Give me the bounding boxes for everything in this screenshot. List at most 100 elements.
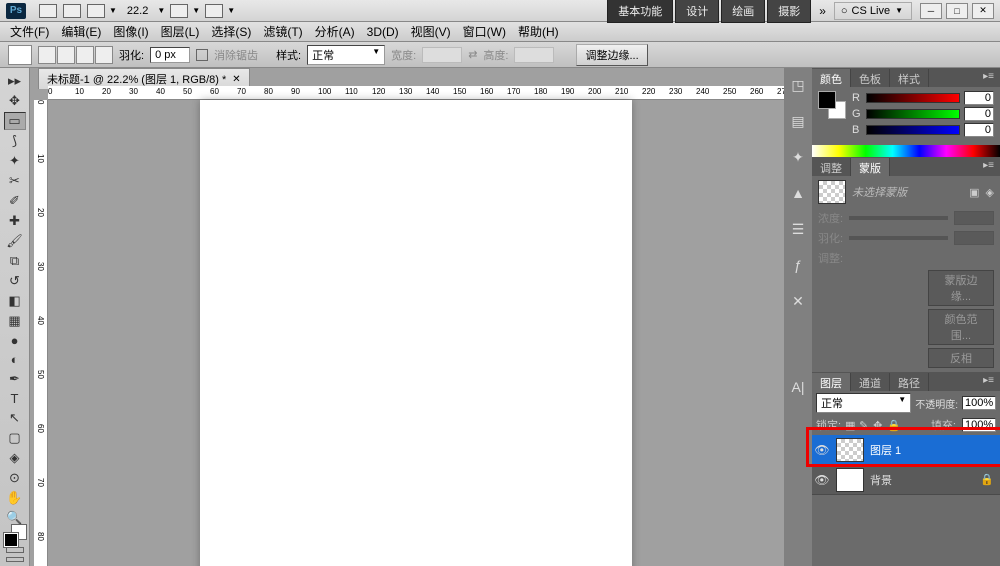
foreground-swatch[interactable] <box>818 91 836 109</box>
r-value[interactable]: 0 <box>964 91 994 105</box>
tab-layers[interactable]: 图层 <box>812 373 851 391</box>
brush-tool[interactable]: 🖌 <box>4 232 26 250</box>
workspace-design[interactable]: 设计 <box>675 0 719 23</box>
move-tool[interactable]: ✥ <box>4 92 26 110</box>
layer-thumbnail[interactable] <box>836 468 864 492</box>
menu-edit[interactable]: 编辑(E) <box>55 21 107 42</box>
opacity-value[interactable]: 100% <box>962 396 996 410</box>
heal-tool[interactable]: ✚ <box>4 212 26 230</box>
layer-row[interactable]: 👁 背景 🔒 <box>812 465 1000 495</box>
close-button[interactable]: ✕ <box>972 3 994 19</box>
brush-panel-icon[interactable]: ▤ <box>789 112 807 130</box>
zoom-level[interactable]: 22.2 <box>127 5 148 17</box>
eraser-tool[interactable]: ◧ <box>4 292 26 310</box>
menu-view[interactable]: 视图(V) <box>405 21 457 42</box>
menu-file[interactable]: 文件(F) <box>4 21 55 42</box>
stamp-tool[interactable]: ⧉ <box>4 252 26 270</box>
menu-layer[interactable]: 图层(L) <box>155 21 206 42</box>
blend-mode-select[interactable]: 正常▼ <box>816 393 911 413</box>
refine-edge-button[interactable]: 调整边缘... <box>576 44 647 66</box>
eyedropper-tool[interactable]: ✐ <box>4 192 26 210</box>
b-slider[interactable] <box>866 125 960 135</box>
hand-tool[interactable]: ✋ <box>4 489 26 507</box>
b-value[interactable]: 0 <box>964 123 994 137</box>
lock-transparency-icon[interactable]: ▦ <box>845 419 857 431</box>
color-swatches[interactable] <box>4 533 26 539</box>
color-panel-swatches[interactable] <box>818 91 846 119</box>
style-select[interactable]: 正常 ▼ <box>307 45 385 65</box>
chevron-down-icon[interactable]: ▼ <box>157 6 165 15</box>
menu-select[interactable]: 选择(S) <box>205 21 257 42</box>
actions-panel-icon[interactable]: ☰ <box>789 220 807 238</box>
chevron-down-icon[interactable]: ▼ <box>227 6 235 15</box>
tab-adjust[interactable]: 调整 <box>812 158 851 176</box>
selection-new-icon[interactable] <box>38 46 56 64</box>
layer-name[interactable]: 背景 <box>868 472 974 488</box>
workspace-essentials[interactable]: 基本功能 <box>607 0 673 23</box>
toolbar-icon[interactable] <box>205 4 223 18</box>
foreground-color[interactable] <box>4 533 18 547</box>
layer-thumbnail[interactable] <box>836 438 864 462</box>
lock-pixels-icon[interactable]: ✎ <box>859 419 871 431</box>
gradient-tool[interactable]: ▦ <box>4 312 26 330</box>
lasso-tool[interactable]: ⟆ <box>4 132 26 150</box>
pixel-mask-icon[interactable]: ▣ <box>969 186 979 199</box>
fill-value[interactable]: 100% <box>962 418 996 432</box>
layer-name[interactable]: 图层 1 <box>868 442 1000 458</box>
shape-tool[interactable]: ▢ <box>4 429 26 447</box>
crop-tool[interactable]: ✂ <box>4 172 26 190</box>
menu-3d[interactable]: 3D(D) <box>361 23 405 41</box>
toolbar-icon[interactable] <box>63 4 81 18</box>
toolbar-icon[interactable] <box>170 4 188 18</box>
color-spectrum[interactable] <box>812 145 1000 157</box>
g-slider[interactable] <box>866 109 960 119</box>
menu-analysis[interactable]: 分析(A) <box>309 21 361 42</box>
wand-tool[interactable]: ✦ <box>4 152 26 170</box>
selection-add-icon[interactable] <box>57 46 75 64</box>
pen-tool[interactable]: ✒ <box>4 370 26 388</box>
panel-menu-icon[interactable]: ▸≡ <box>977 373 1000 391</box>
r-slider[interactable] <box>866 93 960 103</box>
feather-input[interactable]: 0 px <box>150 47 190 63</box>
info-panel-icon[interactable]: ▲ <box>789 184 807 202</box>
blur-tool[interactable]: ● <box>4 332 26 349</box>
visibility-icon[interactable]: 👁 <box>812 473 832 487</box>
tab-color[interactable]: 颜色 <box>812 69 851 87</box>
lock-position-icon[interactable]: ✥ <box>873 419 885 431</box>
path-tool[interactable]: ↖ <box>4 409 26 427</box>
g-value[interactable]: 0 <box>964 107 994 121</box>
close-icon[interactable]: ✕ <box>232 74 240 85</box>
dodge-tool[interactable]: ◐ <box>4 351 26 368</box>
menu-window[interactable]: 窗口(W) <box>457 21 512 42</box>
workspace-more[interactable]: » <box>813 4 832 18</box>
navigator-panel-icon[interactable]: ✦ <box>789 148 807 166</box>
workspace-paint[interactable]: 绘画 <box>721 0 765 23</box>
type-panel-icon[interactable]: A| <box>789 378 807 396</box>
panel-menu-icon[interactable]: ▸≡ <box>977 69 1000 87</box>
canvas-viewport[interactable] <box>48 100 784 566</box>
chevron-down-icon[interactable]: ▼ <box>192 6 200 15</box>
tab-paths[interactable]: 路径 <box>890 373 929 391</box>
history-panel-icon[interactable]: ◳ <box>789 76 807 94</box>
tab-styles[interactable]: 样式 <box>890 69 929 87</box>
vector-mask-icon[interactable]: ◈ <box>986 186 994 199</box>
tab-channels[interactable]: 通道 <box>851 373 890 391</box>
marquee-tool[interactable]: ▭ <box>4 112 26 130</box>
tab-swatches[interactable]: 色板 <box>851 69 890 87</box>
menu-image[interactable]: 图像(I) <box>107 21 154 42</box>
tab-mask[interactable]: 蒙版 <box>851 158 890 176</box>
collapse-icon[interactable]: ▸▸ <box>4 72 26 90</box>
menu-help[interactable]: 帮助(H) <box>512 21 565 42</box>
chevron-down-icon[interactable]: ▼ <box>109 6 117 15</box>
layer-row[interactable]: 👁 图层 1 <box>812 435 1000 465</box>
maximize-button[interactable]: □ <box>946 3 968 19</box>
3d-camera-tool[interactable]: ⊙ <box>4 469 26 487</box>
history-brush-tool[interactable]: ↺ <box>4 272 26 290</box>
quick-mask-icon[interactable] <box>6 547 24 552</box>
type-tool[interactable]: T <box>4 390 26 407</box>
screen-mode-icon[interactable] <box>6 557 24 562</box>
3d-tool[interactable]: ◈ <box>4 449 26 467</box>
selection-subtract-icon[interactable] <box>76 46 94 64</box>
cslive-button[interactable]: CS Live▼ <box>834 2 912 20</box>
workspace-photo[interactable]: 摄影 <box>767 0 811 23</box>
